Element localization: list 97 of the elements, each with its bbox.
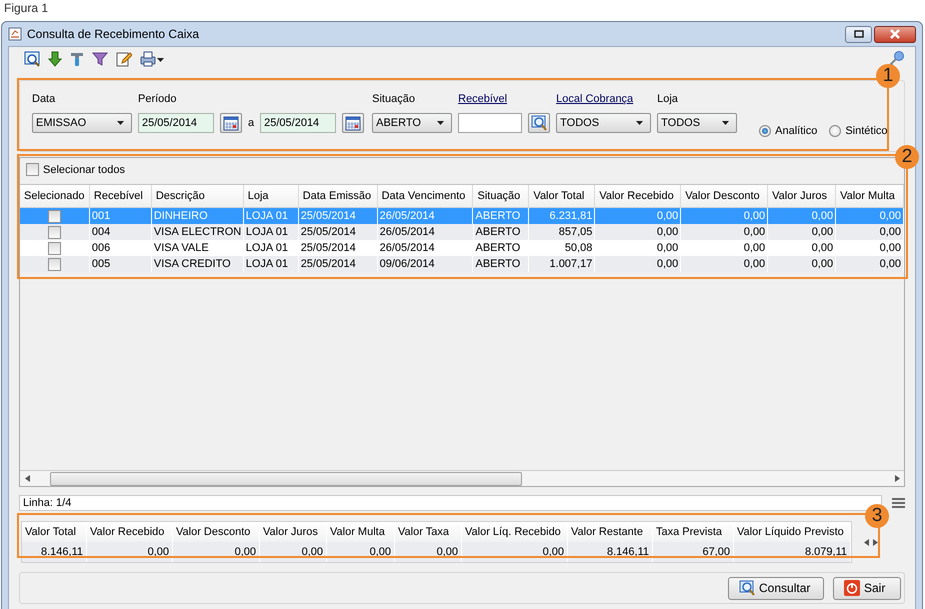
table-cell: 09/06/2014 — [378, 256, 474, 272]
table-cell: 1.007,17 — [529, 256, 596, 272]
power-icon — [844, 580, 860, 596]
column-header[interactable]: Situação — [473, 185, 530, 208]
search-icon — [739, 580, 755, 596]
column-header: Valor Desconto — [173, 522, 260, 542]
table-cell: 25/05/2014 — [298, 256, 378, 272]
restore-icon — [854, 30, 864, 38]
table-cell: 0,00 — [173, 542, 260, 562]
table-cell: 0,00 — [681, 256, 768, 272]
checkbox[interactable] — [48, 226, 61, 238]
column-header: Valor Restante — [568, 522, 653, 542]
table-cell: 0,00 — [462, 542, 568, 562]
column-header[interactable]: Selecionado — [20, 185, 90, 208]
figure-caption: Figura 1 — [3, 0, 50, 17]
checkbox[interactable] — [48, 258, 61, 270]
dropdown[interactable]: ABERTO — [372, 113, 452, 133]
table-cell: 8.079,11 — [734, 542, 851, 562]
tool-icon[interactable] — [70, 51, 84, 67]
table-cell: 0,00 — [327, 542, 395, 562]
lookup-button[interactable] — [528, 113, 550, 133]
scroll-right-icon[interactable] — [873, 538, 878, 546]
table-cell: LOJA 01 — [244, 256, 299, 272]
close-button[interactable] — [874, 26, 916, 42]
column-header[interactable]: Recebível — [90, 185, 152, 208]
range-separator: a — [248, 117, 254, 129]
input-field[interactable] — [458, 113, 522, 133]
window-title: Consulta de Recebimento Caixa — [27, 27, 200, 41]
dropdown[interactable]: TODOS — [556, 113, 652, 133]
date-field[interactable]: 25/05/2014 — [260, 113, 336, 133]
exit-button[interactable]: Sair — [833, 576, 901, 600]
table-cell: 0,00 — [595, 256, 682, 272]
caret-icon — [722, 120, 730, 126]
search-button[interactable]: Consultar — [728, 576, 824, 600]
filter-link[interactable]: Local Cobrança — [556, 93, 634, 105]
caret-icon — [117, 120, 125, 126]
caret-icon — [636, 120, 644, 126]
table-row[interactable]: 005 VISA CREDITO LOJA 01 25/05/2014 09/06/2014 ABERTO 1.007,17 0,00 0,00 0,00 0,00 — [20, 256, 904, 272]
column-header[interactable]: Valor Juros — [768, 185, 836, 208]
column-header[interactable]: Loja — [244, 185, 299, 208]
radio-button[interactable]: Analítico — [759, 125, 818, 137]
column-header: Valor Líq. Recebido — [462, 522, 568, 542]
column-header[interactable]: Data Vencimento — [378, 185, 474, 208]
table-cell: 0,00 — [836, 256, 904, 272]
column-header[interactable]: Valor Total — [529, 185, 596, 208]
table-cell: 0,00 — [395, 542, 462, 562]
column-header[interactable]: Descrição — [152, 185, 244, 208]
select-all-checkbox[interactable]: Selecionar todos — [22, 158, 131, 181]
column-header: Valor Líquido Previsto — [734, 522, 851, 542]
column-header: Valor Multa — [327, 522, 395, 542]
column-header: Valor Total — [22, 522, 87, 542]
table-cell: 0,00 — [260, 542, 327, 562]
column-header[interactable]: Data Emissão — [298, 185, 378, 208]
table-cell: 67,00 — [653, 542, 734, 562]
table-cell: 8.146,11 — [568, 542, 653, 562]
column-header[interactable]: Valor Multa — [836, 185, 904, 208]
checkbox[interactable] — [48, 210, 61, 222]
column-header: Valor Recebido — [87, 522, 173, 542]
column-header: Valor Taxa — [395, 522, 462, 542]
table-cell: 8.146,11 — [22, 542, 87, 562]
dropdown[interactable]: EMISSAO — [32, 113, 132, 133]
caret-icon — [437, 120, 446, 126]
filter-label: Situação — [372, 93, 415, 105]
table-cell: VISA CREDITO — [152, 256, 244, 272]
scrollbar-thumb[interactable] — [50, 472, 522, 486]
scroll-right-icon[interactable] — [894, 475, 900, 482]
calendar-button[interactable] — [342, 113, 364, 133]
column-header[interactable]: Valor Desconto — [681, 185, 768, 208]
column-header[interactable]: Valor Recebido — [595, 185, 682, 208]
calendar-button[interactable] — [220, 113, 242, 133]
scroll-left-icon[interactable] — [24, 475, 30, 482]
filter-link[interactable]: Recebível — [458, 93, 508, 105]
column-header: Taxa Prevista — [653, 522, 734, 542]
checkbox[interactable] — [48, 242, 61, 254]
close-icon — [889, 29, 901, 39]
table-cell: 0,00 — [768, 256, 836, 272]
filter-label: Loja — [657, 93, 678, 105]
search-icon[interactable] — [24, 51, 40, 67]
filter-label: Data — [32, 93, 56, 105]
dropdown[interactable]: TODOS — [657, 113, 738, 133]
column-header: Valor Juros — [260, 522, 327, 542]
filter-icon[interactable] — [92, 51, 108, 67]
down-arrow-icon[interactable] — [48, 51, 62, 67]
table-cell: 005 — [90, 256, 152, 272]
restore-button[interactable] — [845, 26, 872, 42]
table-row[interactable]: 004 VISA ELECTRON LOJA 01 25/05/2014 26/05/2014 ABERTO 857,05 0,00 0,00 0,00 0,00 — [20, 224, 904, 240]
table-row[interactable]: 006 VISA VALE LOJA 01 25/05/2014 26/05/2014 ABERTO 50,08 0,00 0,00 0,00 0,00 — [20, 240, 904, 256]
table-cell: ABERTO — [473, 256, 530, 272]
app-icon — [8, 27, 22, 41]
edit-icon[interactable] — [116, 51, 132, 67]
menu-icon[interactable] — [892, 498, 905, 508]
date-field[interactable]: 25/05/2014 — [138, 113, 214, 133]
radio-button[interactable]: Sintético — [829, 125, 888, 137]
printer-icon[interactable] — [140, 51, 164, 67]
filter-label: Período — [138, 93, 177, 105]
scroll-left-icon[interactable] — [864, 538, 869, 546]
table-cell: 0,00 — [87, 542, 173, 562]
